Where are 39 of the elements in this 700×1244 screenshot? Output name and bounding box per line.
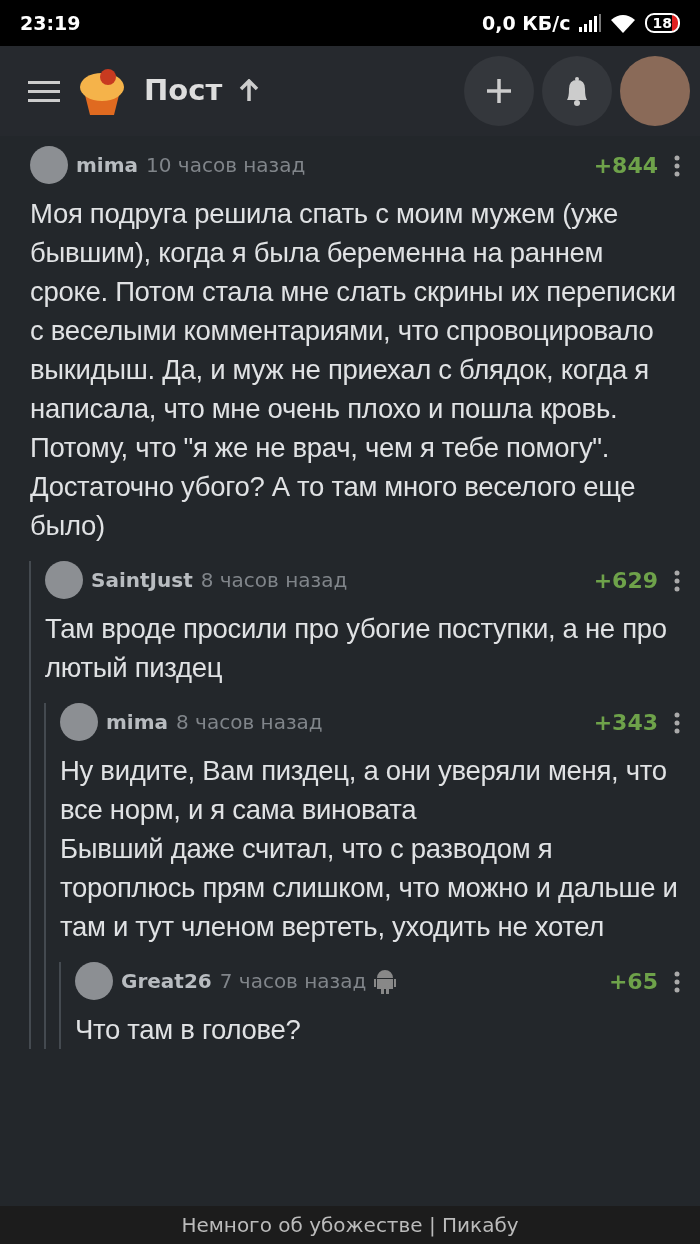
- avatar[interactable]: [75, 962, 113, 1000]
- more-icon: [674, 970, 680, 993]
- page-footer-title: Немного об убожестве | Пикабу: [181, 1212, 519, 1239]
- wifi-icon: [608, 12, 637, 34]
- comment-time: 8 часов назад: [200, 567, 348, 594]
- comment-rating: +65: [608, 967, 658, 996]
- comment-time: 7 часов назад: [219, 968, 367, 995]
- comment-rating: +844: [593, 151, 658, 180]
- menu-button[interactable]: [28, 78, 60, 104]
- arrow-up-icon[interactable]: [238, 79, 261, 103]
- username[interactable]: Great26: [121, 966, 212, 996]
- battery-indicator: 18: [644, 13, 680, 33]
- comment-rating: +629: [593, 566, 658, 595]
- comment-time: 10 часов назад: [146, 152, 306, 179]
- avatar[interactable]: [60, 703, 98, 741]
- comment-text: Ну видите, Вам пиздец, а они уверяли меня, что все норм, и я сама виновата Бывший даже считал, что с разводом я тороплюсь прям слишком, что можно и дальше и там и тут членом вертеть, уходить не хотел: [60, 754, 679, 944]
- more-button[interactable]: [674, 969, 680, 993]
- comment-text: Моя подруга решила спать с моим мужем (уже бывшим), когда я была беременна на раннем сроке. Потом стала мне слать скрины их переписки с веселыми комментариями, что спровоцировало выкидыш. Да, и муж не приехал с блядок, когда я написала, что мне очень плохо и пошла кровь. Потому, что "я же не врач, чем я тебе помогу". Достаточно убого? А то там много веселого еще было): [30, 197, 677, 543]
- clock-time: 23:19: [20, 10, 81, 36]
- network-speed: 0,0 КБ/с: [482, 10, 571, 36]
- more-button[interactable]: [674, 710, 680, 734]
- comment-text: Там вроде просили про убогие поступки, а не про лютый пиздец: [45, 612, 668, 685]
- username[interactable]: SaintJust: [91, 565, 193, 595]
- more-icon: [674, 154, 680, 177]
- comment-time: 8 часов назад: [176, 709, 323, 736]
- menu-icon: [28, 79, 60, 104]
- comment-rating: +343: [593, 708, 658, 737]
- plus-icon: [485, 77, 513, 105]
- comment-text: Что там в голове?: [75, 1013, 302, 1047]
- username[interactable]: mima: [76, 150, 139, 180]
- more-icon: [674, 711, 680, 734]
- avatar[interactable]: [30, 146, 68, 184]
- avatar[interactable]: [45, 561, 83, 599]
- more-button[interactable]: [674, 568, 680, 592]
- more-button[interactable]: [674, 153, 680, 177]
- signal-icon: [578, 14, 601, 32]
- username[interactable]: mima: [106, 707, 169, 737]
- more-icon: [674, 569, 680, 592]
- page-title: Пост: [144, 72, 223, 110]
